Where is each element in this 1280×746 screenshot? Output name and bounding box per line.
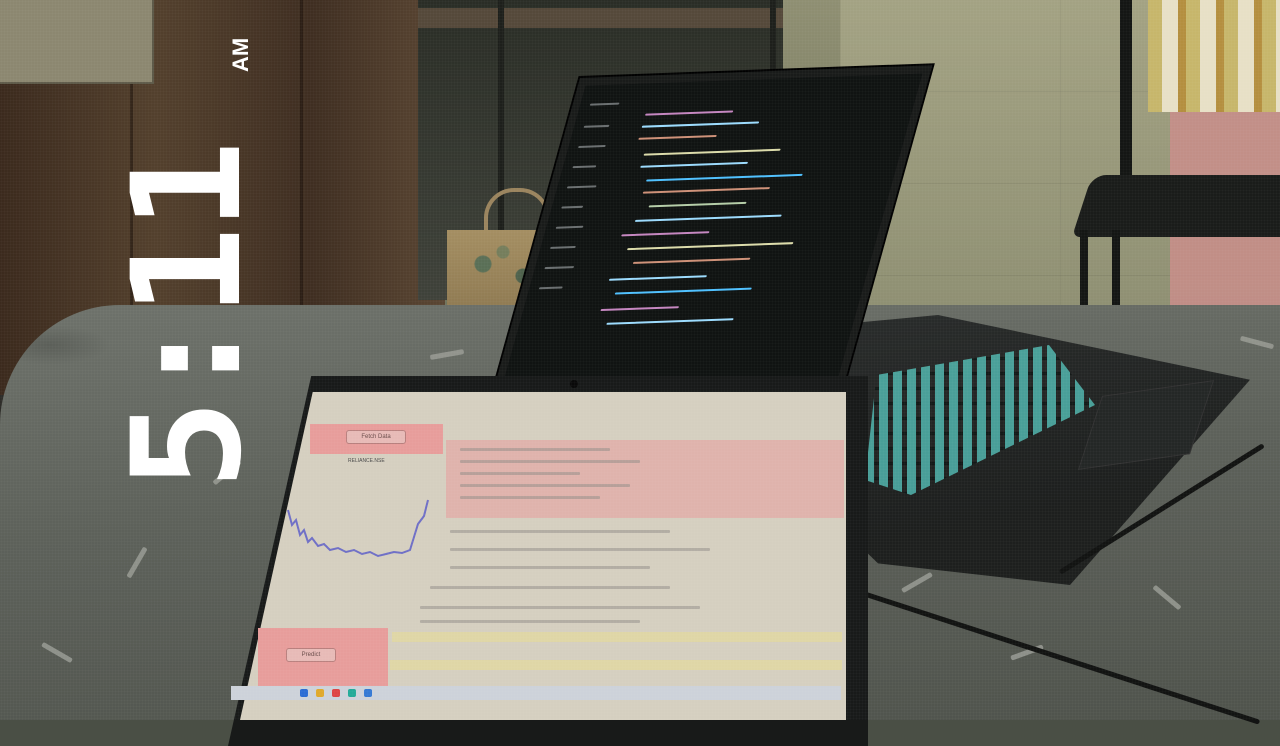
highlight-row [390, 660, 842, 670]
webcam [570, 380, 578, 388]
fetch-data-button[interactable]: Fetch Data [346, 430, 406, 444]
sidebar-line [544, 266, 575, 270]
shelf-board [418, 8, 783, 28]
code-line [608, 275, 707, 281]
start-icon[interactable] [300, 689, 308, 697]
chair-back [1120, 0, 1132, 190]
code-line [641, 121, 760, 128]
log-line [460, 472, 580, 475]
code-line [640, 161, 749, 168]
chart-title: RELIANCE.NSE [348, 458, 385, 464]
chair-seat [1071, 175, 1280, 237]
code-line [638, 135, 717, 140]
code-line [643, 148, 781, 156]
striped-towel [1148, 0, 1280, 112]
chair-leg [1080, 230, 1088, 310]
log-line [450, 530, 670, 533]
code-line [614, 287, 752, 295]
sidebar-line [566, 185, 597, 189]
sidebar-line [572, 165, 597, 169]
log-highlight [446, 440, 844, 518]
clock-ampm: AM [228, 37, 253, 72]
code-line [606, 318, 734, 325]
code-line [632, 257, 751, 264]
chair-leg [1112, 230, 1120, 310]
code-line [626, 242, 794, 251]
sidebar-line [538, 286, 563, 290]
log-line [460, 496, 600, 499]
app-icon[interactable] [348, 689, 356, 697]
time-overlay: 5:11 [96, 60, 296, 489]
sidebar-line [561, 205, 584, 209]
log-line [420, 606, 700, 609]
browser-icon[interactable] [332, 689, 340, 697]
log-line [460, 448, 610, 451]
sidebar-line [589, 102, 620, 106]
folder-icon[interactable] [316, 689, 324, 697]
predict-button[interactable]: Predict [286, 648, 336, 662]
stock-price-chart [287, 499, 429, 558]
sidebar-line [577, 145, 606, 149]
log-line [450, 548, 710, 551]
code-line [634, 214, 782, 222]
log-line [460, 460, 640, 463]
code-line [621, 231, 710, 237]
sidebar-line [555, 225, 584, 229]
price-line [287, 499, 429, 558]
code-line [645, 173, 803, 182]
clock-time: 5:11 [101, 144, 275, 490]
highlight-row [392, 632, 842, 642]
log-line [420, 620, 640, 623]
log-line [450, 566, 650, 569]
sidebar-line [583, 124, 610, 128]
log-line [430, 586, 670, 589]
code-icon[interactable] [364, 689, 372, 697]
code-line [600, 306, 680, 312]
code-line [642, 187, 771, 194]
code-line [648, 201, 747, 208]
sidebar-line [549, 245, 576, 249]
log-line [460, 484, 630, 487]
code-line [644, 110, 734, 116]
